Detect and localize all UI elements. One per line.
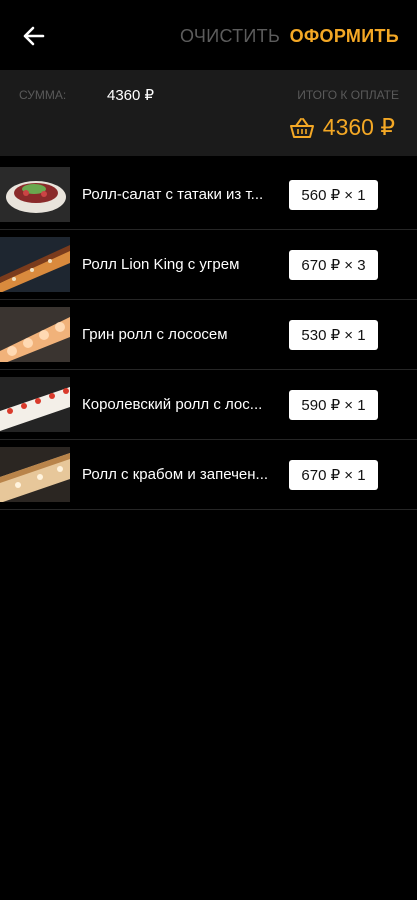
order-summary: СУММА: 4360 ₽ ИТОГО К ОПЛАТЕ 4360 ₽ bbox=[0, 70, 417, 156]
back-button[interactable] bbox=[20, 22, 48, 50]
product-image bbox=[0, 447, 70, 502]
top-bar: ОЧИСТИТЬ ОФОРМИТЬ bbox=[0, 0, 417, 70]
total-value: 4360 ₽ bbox=[322, 114, 395, 140]
item-name: Грин ролл с лососем bbox=[82, 326, 228, 343]
total-label: ИТОГО К ОПЛАТЕ bbox=[297, 88, 399, 102]
clear-button[interactable]: ОЧИСТИТЬ bbox=[180, 26, 280, 47]
product-image bbox=[0, 167, 70, 222]
checkout-button[interactable]: ОФОРМИТЬ bbox=[290, 26, 399, 47]
cart-item[interactable]: Грин ролл с лососем 530 ₽ × 1 bbox=[0, 300, 417, 370]
item-name: Ролл Lion King с угрем bbox=[82, 256, 240, 273]
item-price-quantity[interactable]: 560 ₽ × 1 bbox=[289, 179, 378, 210]
item-name: Ролл с крабом и запечен... bbox=[82, 466, 269, 483]
item-price-quantity[interactable]: 590 ₽ × 1 bbox=[289, 389, 378, 420]
product-image bbox=[0, 237, 70, 292]
cart-item[interactable]: Ролл-салат с татаки из т... 560 ₽ × 1 bbox=[0, 160, 417, 230]
basket-icon bbox=[289, 117, 314, 138]
item-name: Ролл-салат с татаки из т... bbox=[82, 186, 264, 203]
cart-list: Ролл-салат с татаки из т... 560 ₽ × 1 Ро… bbox=[0, 160, 417, 510]
sum-label: СУММА: bbox=[19, 88, 67, 102]
item-price-quantity[interactable]: 670 ₽ × 1 bbox=[289, 459, 378, 490]
cart-item[interactable]: Ролл с крабом и запечен... 670 ₽ × 1 bbox=[0, 440, 417, 510]
cart-item[interactable]: Королевский ролл с лос... 590 ₽ × 1 bbox=[0, 370, 417, 440]
item-price-quantity[interactable]: 530 ₽ × 1 bbox=[289, 319, 378, 350]
product-image bbox=[0, 307, 70, 362]
item-name: Королевский ролл с лос... bbox=[82, 396, 263, 413]
total-row: 4360 ₽ bbox=[289, 114, 395, 141]
item-price-quantity[interactable]: 670 ₽ × 3 bbox=[289, 249, 378, 280]
sum-value: 4360 ₽ bbox=[107, 87, 155, 104]
arrow-left-icon bbox=[23, 26, 45, 46]
cart-item[interactable]: Ролл Lion King с угрем 670 ₽ × 3 bbox=[0, 230, 417, 300]
product-image bbox=[0, 377, 70, 432]
